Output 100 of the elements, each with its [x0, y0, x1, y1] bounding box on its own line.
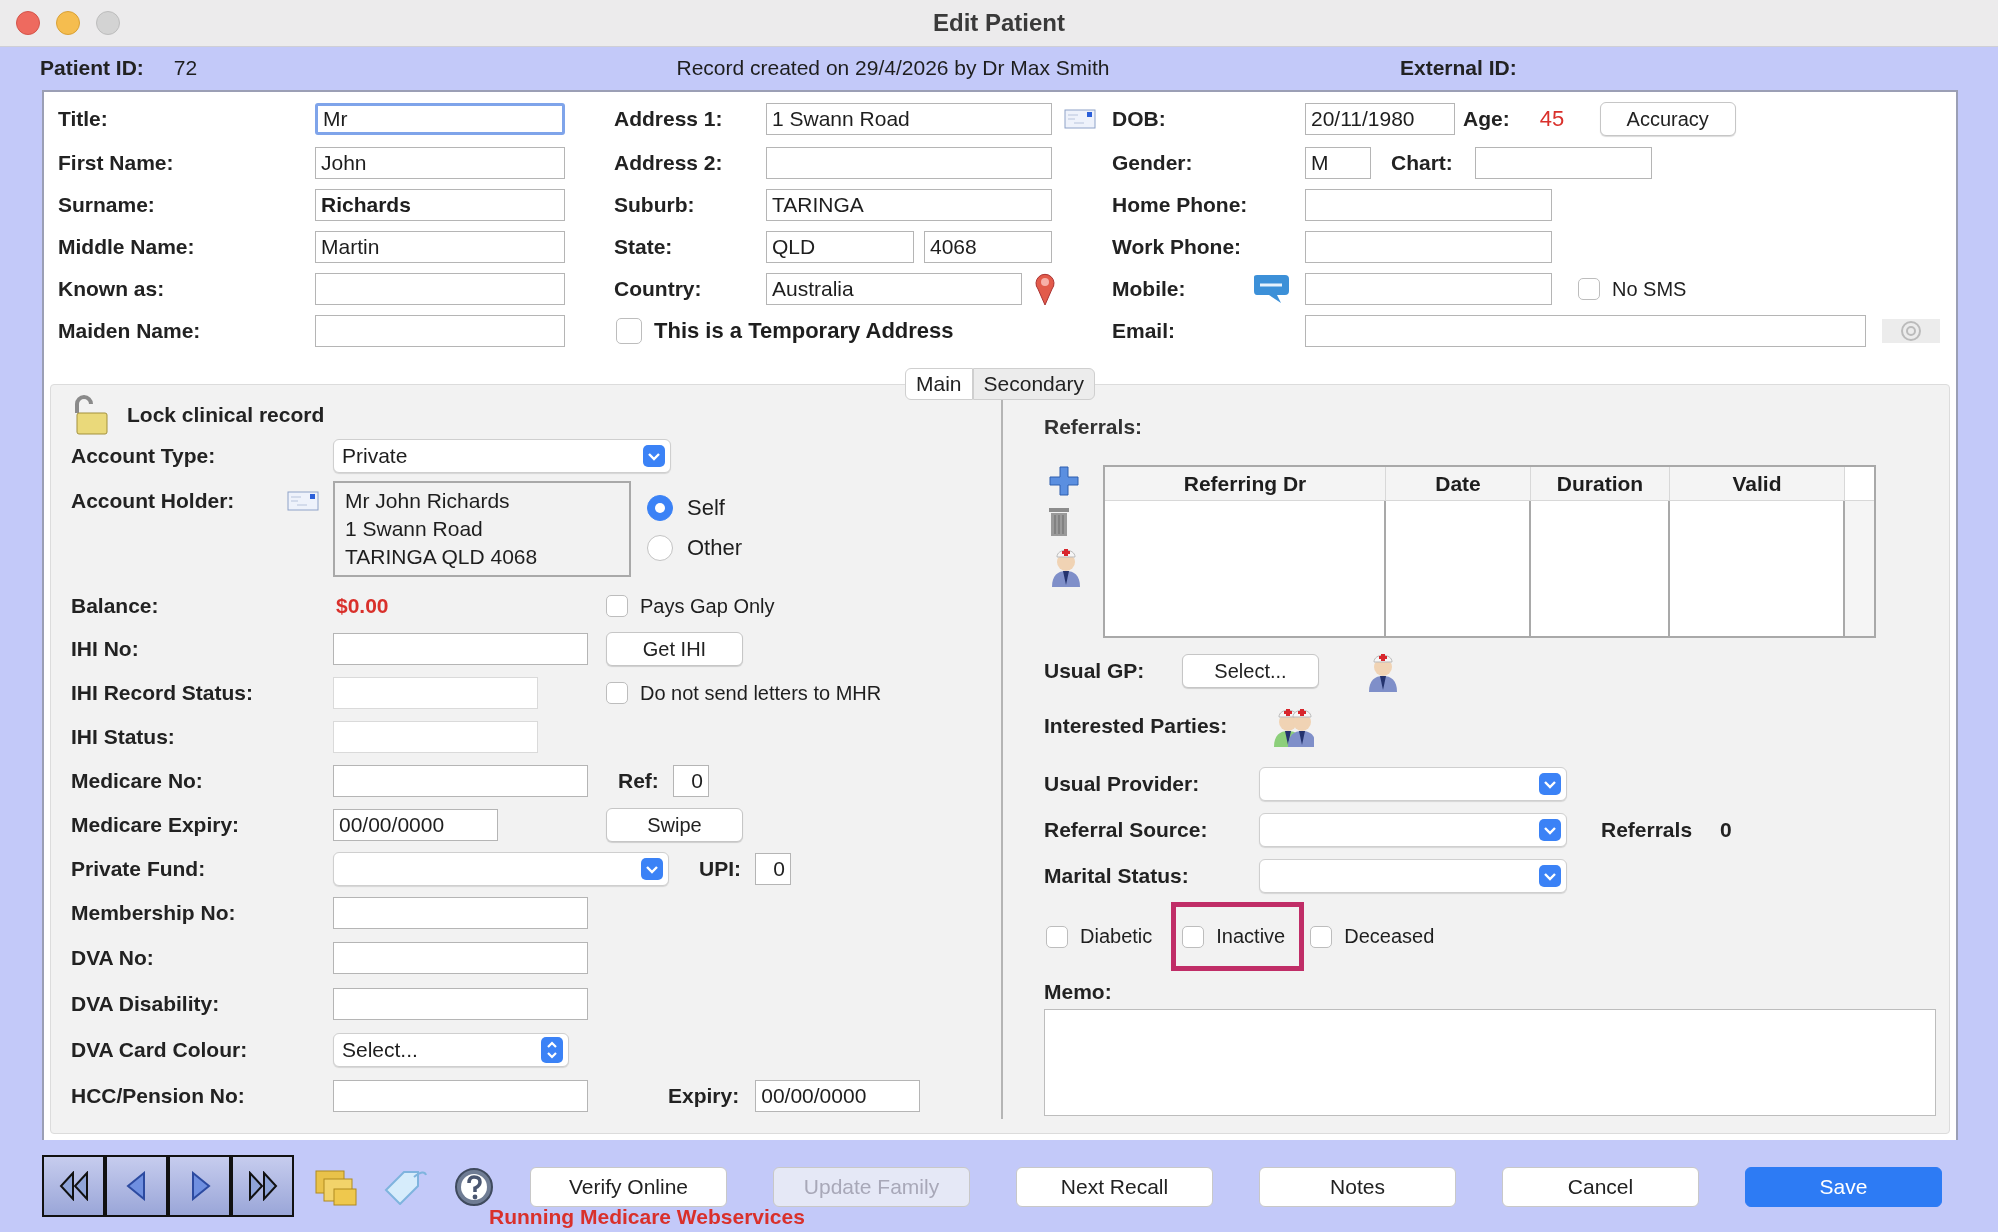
text-field[interactable] — [1305, 231, 1552, 263]
field-label: First Name: — [58, 151, 175, 175]
tab[interactable]: Secondary — [972, 368, 1095, 400]
patient-id: 72 — [173, 56, 198, 81]
folders-icon[interactable] — [314, 1167, 358, 1207]
dropdown[interactable]: Select... — [333, 1033, 569, 1067]
text-field[interactable]: John — [315, 147, 565, 179]
text-field[interactable] — [333, 1080, 588, 1112]
text-field[interactable]: 1 Swann Road — [766, 103, 1052, 135]
field-label: DVA Card Colour: — [71, 1038, 249, 1062]
record-created-text: Record created on 29/4/2026 by Dr Max Smith — [676, 56, 1110, 80]
text-field[interactable]: 0 — [672, 765, 709, 797]
column-header: Referring Dr — [1105, 467, 1386, 501]
text-field[interactable] — [333, 765, 588, 797]
next-record-button[interactable] — [168, 1155, 231, 1217]
zoom-button[interactable] — [96, 10, 120, 35]
text-field[interactable]: M — [1305, 147, 1371, 179]
text-field[interactable] — [1475, 147, 1652, 179]
text-field[interactable]: Mr — [315, 103, 565, 135]
checkbox[interactable] — [606, 595, 628, 617]
field-label: Memo: — [1044, 979, 1112, 1004]
field-label: DOB: — [1112, 107, 1167, 131]
text-field[interactable]: 0 — [755, 853, 791, 885]
text-field[interactable]: Martin — [315, 231, 565, 263]
age-value: 45 — [1539, 106, 1566, 132]
dropdown[interactable]: Private — [333, 439, 671, 473]
text-field[interactable] — [315, 273, 565, 305]
text-field[interactable] — [333, 633, 588, 665]
swipe-button[interactable]: Swipe — [606, 808, 743, 842]
field-label: Private Fund: — [71, 857, 207, 881]
field-label: Home Phone: — [1112, 193, 1249, 217]
get-ihi-button[interactable]: Get IHI — [606, 632, 743, 666]
text-field[interactable] — [1305, 315, 1866, 347]
text-field[interactable] — [333, 677, 538, 709]
radio-button[interactable] — [647, 495, 673, 521]
memo-field[interactable] — [1044, 1009, 1936, 1116]
field-label: Known as: — [58, 277, 166, 301]
field-label: State: — [614, 235, 674, 259]
dropdown[interactable] — [1259, 767, 1567, 801]
text-field[interactable] — [333, 721, 538, 753]
field-label: External ID: — [1400, 56, 1517, 80]
text-field[interactable] — [315, 315, 565, 347]
field-label: Referral Source: — [1044, 818, 1209, 842]
button[interactable]: Notes — [1259, 1167, 1456, 1207]
text-field[interactable] — [1305, 273, 1552, 305]
select-button[interactable]: Select... — [1182, 654, 1319, 688]
text-field[interactable]: TARINGA — [766, 189, 1052, 221]
text-field[interactable] — [1305, 189, 1552, 221]
button[interactable]: Next Recall — [1016, 1167, 1213, 1207]
text-field[interactable] — [766, 147, 1052, 179]
field-label: Membership No: — [71, 901, 237, 925]
checkbox[interactable] — [616, 318, 642, 344]
dropdown[interactable] — [1259, 813, 1567, 847]
column-header: Date — [1386, 467, 1531, 501]
close-button[interactable] — [16, 10, 40, 35]
field-label: Gender: — [1112, 151, 1194, 175]
balance-value: $0.00 — [336, 594, 389, 618]
minimize-button[interactable] — [56, 10, 80, 35]
text-field[interactable]: 00/00/0000 — [755, 1080, 921, 1112]
field-label: Usual GP: — [1044, 659, 1146, 683]
text-field[interactable]: QLD — [766, 231, 914, 263]
text-field[interactable]: Richards — [315, 189, 565, 221]
tag-icon[interactable] — [384, 1169, 428, 1205]
add-icon — [1048, 465, 1080, 497]
text-field[interactable]: 20/11/1980 — [1305, 103, 1455, 135]
field-label: Marital Status: — [1044, 864, 1190, 888]
checkbox[interactable] — [606, 682, 628, 704]
dropdown[interactable] — [1259, 859, 1567, 893]
column-header: Duration — [1531, 467, 1670, 501]
text-field[interactable] — [333, 897, 588, 929]
tab[interactable]: Main — [905, 368, 973, 400]
checkbox[interactable] — [1182, 925, 1205, 948]
button[interactable]: Verify Online — [530, 1167, 727, 1207]
help-icon[interactable] — [454, 1167, 494, 1207]
checkbox-label: Do not send letters to MHR — [640, 681, 882, 705]
checkbox[interactable] — [1046, 925, 1068, 948]
text-field[interactable]: Australia — [766, 273, 1022, 305]
previous-record-button[interactable] — [105, 1155, 168, 1217]
field-label: Title: — [58, 107, 109, 131]
radio-button[interactable] — [647, 535, 673, 561]
text-field[interactable] — [333, 942, 588, 974]
text-field[interactable]: 4068 — [924, 231, 1052, 263]
checkbox-label: Diabetic — [1080, 925, 1153, 948]
accuracy-button[interactable]: Accuracy — [1599, 102, 1736, 136]
checkbox[interactable] — [1578, 278, 1600, 300]
checkbox[interactable] — [1310, 925, 1333, 948]
field-label: DVA Disability: — [71, 992, 221, 1016]
first-record-button[interactable] — [42, 1155, 105, 1217]
field-label: UPI: — [699, 857, 741, 881]
dropdown[interactable] — [333, 852, 669, 886]
text-field[interactable]: 00/00/0000 — [333, 809, 498, 841]
field-label: Expiry: — [668, 1084, 740, 1108]
text-field[interactable] — [333, 988, 588, 1020]
button[interactable]: Cancel — [1502, 1167, 1699, 1207]
field-label: Account Holder: — [71, 489, 235, 513]
trash-icon — [1048, 505, 1070, 537]
email-button[interactable] — [1882, 319, 1940, 343]
last-record-button[interactable] — [231, 1155, 294, 1217]
field-label: HCC/Pension No: — [71, 1084, 246, 1108]
button[interactable]: Save — [1745, 1167, 1942, 1207]
